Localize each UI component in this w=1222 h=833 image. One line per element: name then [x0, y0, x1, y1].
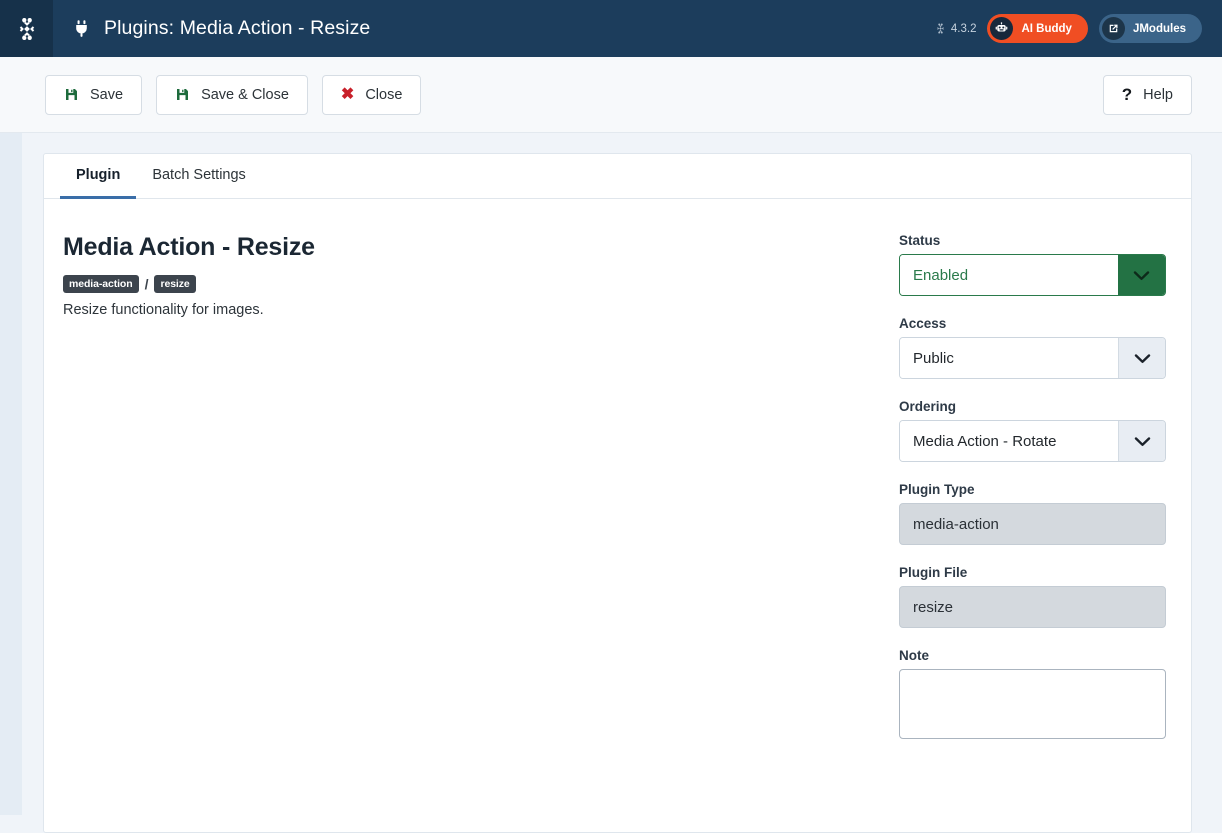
- plugin-type-badge: media-action: [63, 275, 139, 293]
- plugin-type-field: Plugin Type media-action: [899, 482, 1166, 545]
- version-label: 4.3.2: [950, 22, 977, 35]
- plugin-file-value: resize: [913, 598, 954, 616]
- header-actions: 4.3.2 AI Buddy JModules: [935, 14, 1222, 43]
- save-icon: [66, 89, 77, 100]
- joomla-logo-icon: [19, 17, 34, 40]
- toolbar-left-group: Save Save & Close ✖ Close: [45, 74, 422, 115]
- joomla-mini-icon: [937, 23, 944, 34]
- save-and-close-button-label: Save & Close: [201, 86, 289, 103]
- note-input[interactable]: [899, 669, 1166, 739]
- save-icon: [177, 89, 189, 100]
- chevron-down-icon: [1118, 338, 1165, 378]
- note-label: Note: [899, 648, 929, 663]
- plugin-file-label: Plugin File: [899, 565, 968, 580]
- plugin-type-value: media-action: [913, 515, 999, 533]
- tab-batch-settings-label: Batch Settings: [152, 167, 246, 183]
- tab-bar: Plugin Batch Settings: [44, 154, 1191, 199]
- toolbar-right-group: ? Help: [1102, 74, 1192, 115]
- plugin-settings-column: Status Enabled Access Public Ordering Me…: [899, 233, 1191, 832]
- close-button-label: Close: [365, 86, 403, 103]
- access-label: Access: [899, 316, 947, 331]
- joomla-version-badge: 4.3.2: [935, 22, 977, 35]
- tab-batch-settings[interactable]: Batch Settings: [136, 154, 262, 199]
- note-field: Note: [899, 648, 1166, 739]
- joomla-home-button[interactable]: [0, 0, 53, 57]
- plugin-file-badge: resize: [154, 275, 196, 293]
- top-header-bar: Plugins: Media Action - Resize 4.3.2 AI …: [0, 0, 1222, 57]
- robot-icon: [990, 17, 1014, 40]
- question-mark-icon: ?: [1121, 85, 1133, 104]
- ai-buddy-button[interactable]: AI Buddy: [987, 14, 1088, 43]
- help-button-label: Help: [1143, 86, 1173, 103]
- plugin-description: Resize functionality for images.: [63, 302, 264, 318]
- ordering-field: Ordering Media Action - Rotate: [899, 399, 1166, 462]
- card-body: Media Action - Resize media-action / res…: [44, 199, 1191, 832]
- plugin-type-label: Plugin Type: [899, 482, 975, 497]
- save-and-close-button[interactable]: Save & Close: [156, 74, 308, 115]
- page-title: Plugins: Media Action - Resize: [104, 17, 371, 39]
- plugin-heading: Media Action - Resize: [63, 233, 315, 261]
- header-title-group: Plugins: Media Action - Resize: [53, 17, 935, 40]
- plug-icon: [76, 20, 87, 37]
- chevron-down-icon: [1118, 421, 1165, 461]
- save-button-label: Save: [90, 86, 124, 103]
- close-icon: ✖: [340, 85, 355, 103]
- plugin-type-input: media-action: [899, 503, 1166, 545]
- ordering-label: Ordering: [899, 399, 957, 414]
- plugin-info-column: Media Action - Resize media-action / res…: [44, 233, 899, 832]
- tab-plugin-label: Plugin: [76, 167, 121, 183]
- ordering-value: Media Action - Rotate: [900, 421, 1118, 461]
- status-label: Status: [899, 233, 941, 248]
- access-value: Public: [900, 338, 1118, 378]
- collapsed-sidebar-strip: [0, 133, 22, 815]
- jmodules-button[interactable]: JModules: [1098, 14, 1202, 43]
- close-button[interactable]: ✖ Close: [321, 74, 422, 115]
- save-button[interactable]: Save: [45, 74, 143, 115]
- access-select[interactable]: Public: [899, 337, 1166, 379]
- chevron-down-icon: [1118, 255, 1165, 295]
- status-value: Enabled: [900, 255, 1118, 295]
- editor-toolbar: Save Save & Close ✖ Close ? Help: [0, 57, 1222, 133]
- status-field: Status Enabled: [899, 233, 1166, 296]
- plugin-file-input: resize: [899, 586, 1166, 628]
- help-button[interactable]: ? Help: [1102, 74, 1192, 115]
- tab-plugin[interactable]: Plugin: [60, 154, 137, 199]
- plugin-badges: media-action / resize: [63, 275, 899, 293]
- ai-buddy-label: AI Buddy: [1021, 22, 1072, 35]
- plugin-file-field: Plugin File resize: [899, 565, 1166, 628]
- access-field: Access Public: [899, 316, 1166, 379]
- plugin-edit-card: Plugin Batch Settings Media Action - Res…: [43, 153, 1192, 833]
- ordering-select[interactable]: Media Action - Rotate: [899, 420, 1166, 462]
- jmodules-label: JModules: [1132, 22, 1186, 35]
- status-select[interactable]: Enabled: [899, 254, 1166, 296]
- external-link-icon: [1101, 17, 1125, 40]
- badge-separator: /: [144, 276, 149, 292]
